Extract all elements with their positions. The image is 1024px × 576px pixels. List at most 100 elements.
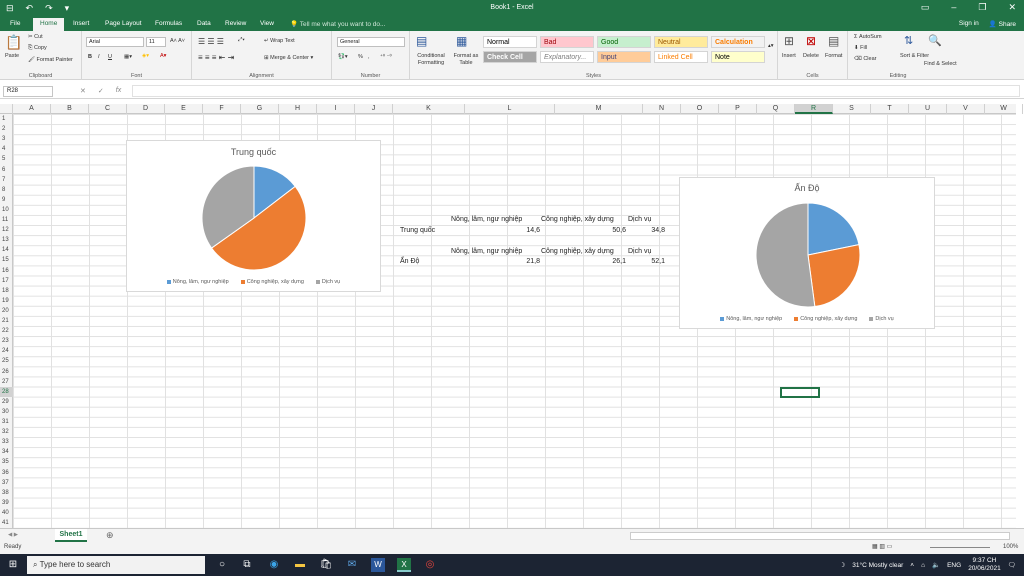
column-header-c[interactable]: C [89,104,127,114]
row-header-7[interactable]: 7 [0,175,13,185]
insert-cells-icon[interactable]: ⊞ [784,34,794,48]
column-header-q[interactable]: Q [757,104,795,114]
zoom-slider[interactable] [930,547,990,548]
network-icon[interactable]: ⌂ [921,562,925,569]
clock[interactable]: 9:37 CH 20/06/2021 [968,557,1001,573]
cell-l12[interactable]: 14,6 [513,226,540,236]
cell-m14[interactable]: Công nghiệp, xây dựng [541,247,614,257]
wrap-text-button[interactable]: ↵ Wrap Text [264,38,295,44]
row-header-23[interactable]: 23 [0,336,13,346]
close-icon[interactable]: ✕ [1008,2,1016,13]
row-header-24[interactable]: 24 [0,346,13,356]
column-header-e[interactable]: E [165,104,203,114]
tab-review[interactable]: Review [220,19,251,28]
cell-m12[interactable]: 50,6 [593,226,626,236]
tab-file[interactable]: File [5,19,25,28]
notification-icon[interactable]: 🗨 [1008,561,1016,569]
row-header-16[interactable]: 16 [0,266,13,276]
tray-chevron-icon[interactable]: ˄ [910,562,914,569]
find-select-button[interactable]: Find & Select [924,61,957,67]
cut-button[interactable]: ✂ Cut [28,34,43,40]
enter-icon[interactable]: ✓ [98,87,104,95]
insert-function-icon[interactable]: fx [116,87,121,95]
mail-icon[interactable]: ✉ [345,558,359,572]
column-header-d[interactable]: D [127,104,165,114]
style-linked-cell[interactable]: Linked Cell [654,51,708,63]
align-left-icon[interactable]: ≡ ≡ ≡ ⇤ ⇥ [198,53,234,62]
column-header-s[interactable]: S [833,104,871,114]
cell-n14[interactable]: Dịch vụ [628,247,651,257]
share-button[interactable]: 👤 Share [989,20,1016,28]
row-header-34[interactable]: 34 [0,447,13,457]
style-note[interactable]: Note [711,51,765,63]
column-header-i[interactable]: I [317,104,355,114]
format-table-icon[interactable]: ▦ [456,34,467,48]
add-sheet-button[interactable]: ⊕ [106,530,114,541]
row-header-32[interactable]: 32 [0,427,13,437]
zoom-level[interactable]: 100% [1003,544,1018,550]
cell-n11[interactable]: Dịch vụ [628,215,651,225]
taskbar-search[interactable]: ⌕ Type here to search [27,556,205,574]
percent-button[interactable]: % [358,54,363,60]
cell-l14[interactable]: Nông, lâm, ngư nghiệp [451,247,522,257]
borders-icon[interactable]: ▦▾ [124,54,132,60]
pie-chart-trung-quoc[interactable]: Trung quốc Nông, lâm, ngư nghiệp Công ng… [126,140,381,292]
column-header-t[interactable]: T [871,104,909,114]
row-header-22[interactable]: 22 [0,326,13,336]
restore-icon[interactable]: ❐ [978,2,986,13]
format-cells-button[interactable]: Format [825,53,842,59]
style-check-cell[interactable]: Check Cell [483,51,537,63]
pie-chart-an-do[interactable]: Ấn Độ Nông, lâm, ngư nghiệp Công nghiệp,… [679,177,935,329]
row-header-35[interactable]: 35 [0,457,13,467]
font-size-select[interactable]: 11 [146,37,166,47]
chrome-icon[interactable]: ◎ [423,558,437,572]
autosum-button[interactable]: Σ AutoSum [854,34,882,40]
underline-button[interactable]: U [108,54,112,60]
row-header-21[interactable]: 21 [0,316,13,326]
merge-center-button[interactable]: ⊞ Merge & Center ▾ [264,55,313,61]
cortana-icon[interactable]: ○ [215,558,229,572]
task-view-icon[interactable]: ⧉ [240,558,254,572]
volume-icon[interactable]: 🔈 [932,561,940,569]
column-header-k[interactable]: K [393,104,465,114]
copy-button[interactable]: ⎘ Copy [28,45,47,52]
store-icon[interactable]: 🛍 [319,558,333,572]
formula-input[interactable] [132,85,1020,97]
windows-start-icon[interactable]: ⊞ [6,558,20,572]
format-painter-button[interactable]: 🖌 Format Painter [28,57,73,63]
cell-l15[interactable]: 21,8 [513,257,540,267]
style-good[interactable]: Good [597,36,651,48]
font-name-select[interactable]: Arial [86,37,144,47]
delete-cells-button[interactable]: Delete [803,53,819,59]
row-header-19[interactable]: 19 [0,296,13,306]
row-header-17[interactable]: 17 [0,276,13,286]
select-all-corner[interactable] [0,104,13,114]
minimize-icon[interactable]: – [951,2,956,13]
column-header-j[interactable]: J [355,104,393,114]
word-icon[interactable]: W [371,558,385,572]
format-cells-icon[interactable]: ▤ [828,34,839,48]
ribbon-display-icon[interactable]: ▭ [921,2,930,13]
row-header-11[interactable]: 11 [0,215,13,225]
sort-filter-icon[interactable]: ⇅ [904,34,913,47]
paste-icon[interactable]: 📋 [5,34,22,51]
fill-color-icon[interactable]: ◈▾ [142,53,149,59]
column-header-m[interactable]: M [555,104,643,114]
sign-in-link[interactable]: Sign in [959,20,979,28]
row-header-9[interactable]: 9 [0,195,13,205]
column-header-u[interactable]: U [909,104,947,114]
row-header-4[interactable]: 4 [0,144,13,154]
style-calculation[interactable]: Calculation [711,36,765,48]
row-header-38[interactable]: 38 [0,488,13,498]
column-header-o[interactable]: O [681,104,719,114]
excel-icon[interactable]: X [397,558,411,572]
column-header-a[interactable]: A [13,104,51,114]
style-input[interactable]: Input [597,51,651,63]
tab-view[interactable]: View [255,19,279,28]
row-header-1[interactable]: 1 [0,114,13,124]
row-header-2[interactable]: 2 [0,124,13,134]
conditional-formatting-icon[interactable]: ▤ [416,34,427,48]
column-header-b[interactable]: B [51,104,89,114]
column-header-w[interactable]: W [985,104,1023,114]
style-explanatory[interactable]: Explanatory... [540,51,594,63]
